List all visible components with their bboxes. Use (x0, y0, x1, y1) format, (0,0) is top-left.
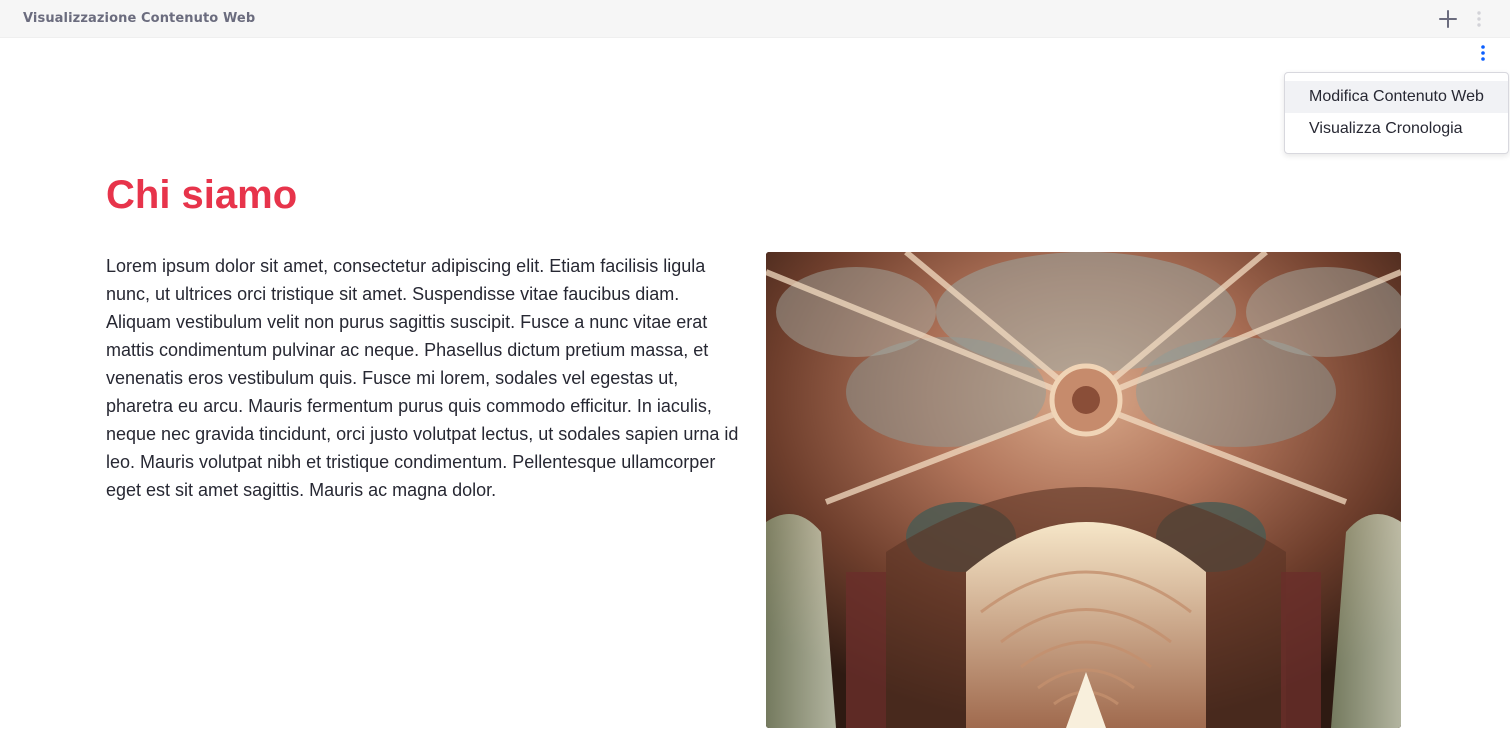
page-header-title: Visualizzazione Contenuto Web (23, 11, 256, 26)
baroque-ceiling-photo (766, 252, 1401, 728)
menu-item-view-history[interactable]: Visualizza Cronologia (1285, 113, 1508, 145)
menu-item-edit-web-content[interactable]: Modifica Contenuto Web (1285, 81, 1508, 113)
plus-icon (1439, 10, 1457, 28)
content-body-text: Lorem ipsum dolor sit amet, consectetur … (106, 256, 739, 500)
content-actions-button[interactable] (1476, 43, 1490, 63)
add-button[interactable] (1437, 8, 1459, 30)
header-options-button[interactable] (1472, 9, 1486, 29)
kebab-vertical-icon (1477, 11, 1481, 27)
content-title: Chi siamo (106, 173, 298, 217)
top-bar: Visualizzazione Contenuto Web (0, 0, 1510, 38)
actions-dropdown-menu: Modifica Contenuto Web Visualizza Cronol… (1284, 72, 1509, 154)
kebab-vertical-icon (1481, 45, 1485, 61)
